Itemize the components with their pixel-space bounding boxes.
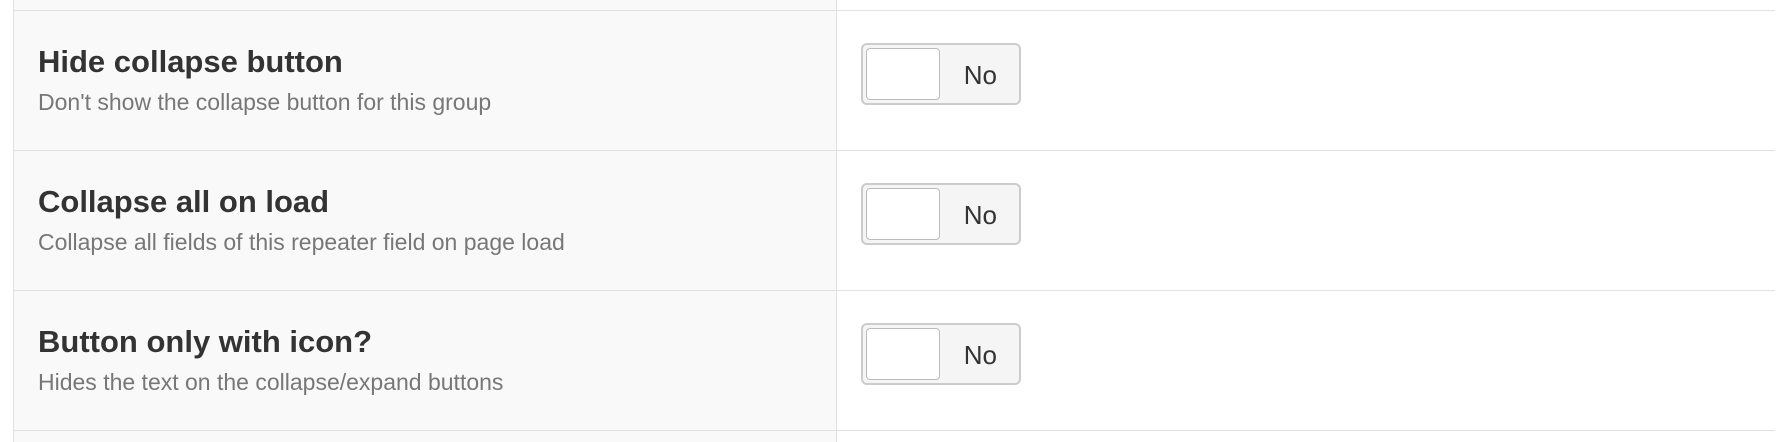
input-cell: No <box>837 11 1775 150</box>
button-only-with-icon-toggle[interactable]: No <box>861 323 1021 385</box>
toggle-knob <box>866 188 940 240</box>
setting-description: Hides the text on the collapse/expand bu… <box>38 369 504 395</box>
label-cell: Collapse all on load Collapse all fields… <box>14 151 837 290</box>
settings-row-previous <box>14 0 1775 11</box>
collapse-all-on-load-toggle[interactable]: No <box>861 183 1021 245</box>
setting-description: Don't show the collapse button for this … <box>38 89 492 115</box>
hide-collapse-button-toggle[interactable]: No <box>861 43 1021 105</box>
label-cell <box>14 0 837 10</box>
input-cell: No <box>837 291 1775 430</box>
input-cell: No <box>837 151 1775 290</box>
toggle-state-label: No <box>963 340 997 370</box>
settings-row-next <box>14 431 1775 442</box>
toggle-knob <box>866 48 940 100</box>
toggle-state-label: No <box>963 200 997 230</box>
setting-row-hide-collapse-button: Hide collapse button Don't show the coll… <box>14 11 1775 151</box>
input-cell <box>837 431 1775 442</box>
toggle-knob <box>866 328 940 380</box>
input-cell <box>837 0 1775 10</box>
setting-title: Collapse all on load <box>38 184 330 219</box>
label-cell <box>14 431 837 442</box>
label-cell: Button only with icon? Hides the text on… <box>14 291 837 430</box>
setting-row-collapse-all-on-load: Collapse all on load Collapse all fields… <box>14 151 1775 291</box>
setting-description: Collapse all fields of this repeater fie… <box>38 229 565 255</box>
setting-row-button-only-with-icon: Button only with icon? Hides the text on… <box>14 291 1775 431</box>
setting-title: Button only with icon? <box>38 324 373 359</box>
settings-table: Hide collapse button Don't show the coll… <box>13 0 1775 442</box>
settings-panel: Hide collapse button Don't show the coll… <box>0 0 1776 442</box>
toggle-state-label: No <box>963 60 997 90</box>
setting-title: Hide collapse button <box>38 44 343 79</box>
label-cell: Hide collapse button Don't show the coll… <box>14 11 837 150</box>
